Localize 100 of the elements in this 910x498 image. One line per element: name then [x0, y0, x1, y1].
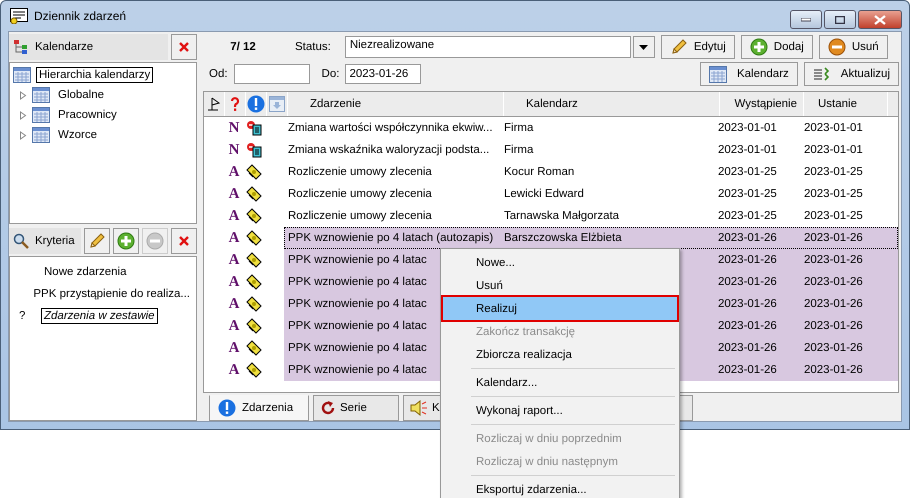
column-header[interactable]: Zdarzenie [288, 92, 504, 116]
app-icon [10, 8, 28, 24]
date-cell: 2023-01-25 [804, 166, 863, 178]
criteria-item[interactable]: Nowe zdarzenia [41, 264, 130, 280]
minimize-icon [801, 18, 811, 22]
date-cell: 2023-01-26 [718, 232, 777, 244]
add-button[interactable]: Dodaj [740, 35, 813, 59]
type-letter: A [228, 252, 240, 268]
column-header[interactable]: Ustanie [804, 92, 888, 116]
menu-item[interactable]: Eksportuj zdarzenia... [443, 478, 677, 498]
calendar-icon [32, 107, 50, 123]
close-button[interactable] [858, 10, 902, 29]
event-cell: Rozliczenie umowy zlecenia [288, 188, 432, 200]
flag-icon [207, 96, 221, 112]
event-cell: Zmiana wskaźnika waloryzacji podsta... [288, 144, 490, 156]
close-panel-button[interactable] [171, 34, 197, 60]
pencil-icon [88, 232, 106, 250]
ticket-icon [246, 296, 262, 312]
date-cell: 2023-01-26 [718, 342, 777, 354]
event-cell: PPK wznowienie po 4 latach (autozapis) [288, 232, 494, 244]
panel-title: Kryteria [35, 235, 75, 247]
date-cell: 2023-01-26 [804, 298, 863, 310]
event-cell: Rozliczenie umowy zlecenia [288, 166, 432, 178]
type-letter: A [228, 230, 240, 246]
to-date-field[interactable]: 2023-01-26 [345, 64, 422, 84]
menu-item[interactable]: Kalendarz... [443, 371, 677, 394]
refresh-button[interactable]: Aktualizuj [804, 62, 899, 86]
menu-item[interactable]: Wykonaj raport... [443, 399, 677, 422]
column-header[interactable]: Kalendarz [504, 92, 720, 116]
panel-title: Kalendarze [35, 41, 94, 53]
close-icon [874, 14, 886, 24]
type-letter: A [228, 362, 240, 378]
circular-arrow-icon [320, 400, 336, 416]
menu-item[interactable]: Realizuj [443, 297, 677, 320]
calendar-cell: Tarnawska Małgorzata [504, 210, 620, 222]
minus-icon [146, 232, 164, 250]
tree-item[interactable]: Hierarchia kalendarzy [36, 67, 154, 83]
close-tool-button[interactable] [171, 228, 197, 254]
add-tool-button[interactable] [113, 228, 139, 254]
list-arrow-icon [812, 66, 831, 82]
pencil-icon [670, 38, 688, 56]
marker-text: ? [19, 310, 26, 322]
column-header[interactable]: Wystąpienie [720, 92, 804, 116]
date-cell: 2023-01-26 [804, 320, 863, 332]
document-change-icon [246, 142, 262, 158]
menu-item[interactable]: Nowe... [443, 251, 677, 274]
maximize-button[interactable] [824, 10, 856, 29]
date-cell: 2023-01-26 [718, 320, 777, 332]
type-letter: A [228, 208, 240, 224]
tree-item[interactable]: Globalne [55, 87, 108, 103]
tab[interactable]: Serie [313, 395, 399, 421]
calendar-icon [32, 127, 50, 143]
type-letter: N [228, 142, 240, 158]
date-cell: 2023-01-01 [804, 122, 863, 134]
type-letter: N [228, 120, 240, 136]
calendar-icon [13, 67, 31, 83]
calendar-icon [32, 87, 50, 103]
edit-tool-button[interactable] [84, 228, 110, 254]
event-cell: Rozliczenie umowy zlecenia [288, 210, 432, 222]
plus-icon [750, 38, 768, 56]
speaker-icon [410, 400, 428, 416]
type-letter: A [228, 340, 240, 356]
menu-item[interactable]: Zbiorcza realizacja [443, 343, 677, 366]
tree-icon [13, 39, 29, 55]
info-icon [218, 399, 236, 417]
edit-button[interactable]: Edytuj [660, 35, 735, 59]
date-cell: 2023-01-26 [804, 364, 863, 376]
event-cell: PPK wznowienie po 4 latac [288, 298, 427, 310]
tab[interactable]: Zdarzenia [209, 395, 309, 421]
date-cell: 2023-01-26 [804, 232, 863, 244]
calendar-button[interactable]: Kalendarz [700, 62, 798, 86]
date-cell: 2023-01-25 [718, 188, 777, 200]
plus-icon [117, 232, 135, 250]
minimize-button[interactable] [790, 10, 822, 29]
criteria-item[interactable]: Zdarzenia w zestawie [41, 308, 158, 324]
calendar-cell: Firma [504, 122, 534, 134]
calendar-icon [708, 66, 727, 82]
type-letter: A [228, 318, 240, 334]
calendar-cell: Kocur Roman [504, 166, 574, 178]
expand-arrow-icon[interactable] [19, 90, 27, 100]
date-cell: 2023-01-01 [804, 144, 863, 156]
from-date-field[interactable] [234, 64, 310, 84]
window-title: Dziennik zdarzeń [34, 9, 126, 23]
event-cell: PPK wznowienie po 4 latac [288, 342, 427, 354]
to-label: Do: [322, 68, 340, 80]
tree-item[interactable]: Wzorce [55, 127, 100, 143]
tree-item[interactable]: Pracownicy [55, 107, 120, 123]
calendar-cell: Lewicki Edward [504, 188, 584, 200]
date-cell: 2023-01-26 [804, 254, 863, 266]
expand-arrow-icon[interactable] [19, 130, 27, 140]
expand-arrow-icon[interactable] [19, 110, 27, 120]
date-cell: 2023-01-26 [718, 276, 777, 288]
type-letter: A [228, 296, 240, 312]
criteria-item[interactable]: PPK przystąpienie do realiza... [30, 286, 193, 302]
record-counter: 7/ 12 [229, 41, 257, 53]
ticket-icon [246, 274, 262, 290]
menu-item[interactable]: Usuń [443, 274, 677, 297]
date-cell: 2023-01-26 [718, 298, 777, 310]
remove-button[interactable]: Usuń [818, 35, 888, 59]
maximize-icon [835, 16, 845, 24]
